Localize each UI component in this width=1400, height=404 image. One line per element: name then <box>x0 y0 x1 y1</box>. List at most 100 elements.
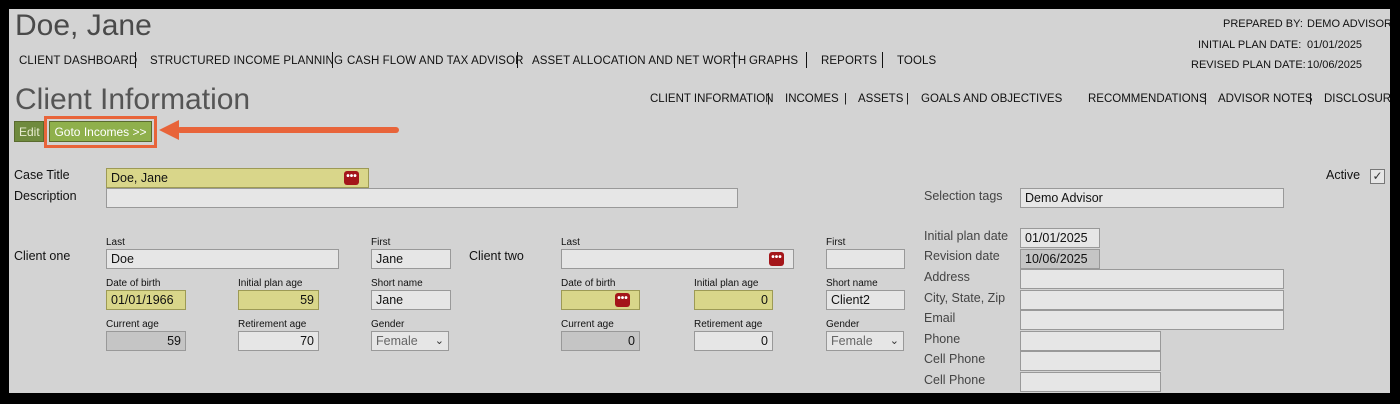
initial-plan-date-value: 01/01/2025 <box>1307 39 1363 51</box>
subnav-incomes[interactable]: INCOMES <box>785 93 839 105</box>
address-input[interactable] <box>1020 269 1284 289</box>
subnav-client-information[interactable]: CLIENT INFORMATION <box>650 93 774 105</box>
nav-client-dashboard[interactable]: CLIENT DASHBOARD <box>19 55 137 67</box>
email-label: Email <box>924 311 956 325</box>
address-label: Address <box>924 270 970 284</box>
subnav-advisor-notes[interactable]: ADVISOR NOTES <box>1218 93 1313 105</box>
more-options-icon[interactable]: ••• <box>615 293 630 307</box>
initial-plan-date-input[interactable]: 01/01/2025 <box>1020 228 1100 248</box>
client-one-label: Client one <box>14 249 71 263</box>
more-options-icon[interactable]: ••• <box>769 252 784 266</box>
subnav-separator: | <box>844 93 847 105</box>
nav-separator <box>882 52 883 68</box>
chevron-down-icon: ⌄ <box>434 335 444 347</box>
client-one-initial-plan-age-input[interactable]: 59 <box>238 290 319 310</box>
client-one-short-name-input[interactable]: Jane <box>371 290 451 310</box>
client-one-current-age-input: 59 <box>106 331 186 351</box>
case-title-value: Doe, Jane <box>111 171 168 185</box>
description-input[interactable] <box>106 188 738 208</box>
client-one-gender-label: Gender <box>371 319 405 330</box>
annotation-highlight-box <box>44 116 157 148</box>
phone-label: Phone <box>924 332 961 346</box>
phone-input[interactable] <box>1020 331 1161 351</box>
subnav-separator: | <box>1309 93 1312 105</box>
app-frame: Doe, Jane PREPARED BY: DEMO ADVISOR INIT… <box>9 9 1390 393</box>
initial-plan-date-field-label: Initial plan date <box>924 229 1009 243</box>
subnav-separator: | <box>1204 93 1207 105</box>
cell-phone-input[interactable] <box>1020 351 1161 371</box>
client-two-first-label: First <box>826 237 846 248</box>
selection-tags-label: Selection tags <box>924 189 1003 203</box>
client-two-short-name-input[interactable]: Client2 <box>826 290 905 310</box>
client-two-gender-select[interactable]: Female ⌄ <box>826 331 904 351</box>
client-one-retirement-age-label: Retirement age <box>238 319 307 330</box>
client-two-dob-label: Date of birth <box>561 278 616 289</box>
cell-phone-label: Cell Phone <box>924 352 986 366</box>
nav-cash-flow-tax-advisor[interactable]: CASH FLOW AND TAX ADVISOR <box>347 55 524 67</box>
client-name-title: Doe, Jane <box>15 9 152 42</box>
city-state-zip-label: City, State, Zip <box>924 291 1006 305</box>
client-one-first-input[interactable]: Jane <box>371 249 451 269</box>
client-two-first-input[interactable] <box>826 249 905 269</box>
client-two-initial-plan-age-input[interactable]: 0 <box>694 290 773 310</box>
client-one-last-label: Last <box>106 237 125 248</box>
client-one-dob-label: Date of birth <box>106 278 161 289</box>
client-one-initial-plan-age-label: Initial plan age <box>238 278 303 289</box>
client-one-gender-select[interactable]: Female ⌄ <box>371 331 449 351</box>
nav-graphs[interactable]: GRAPHS <box>749 55 798 67</box>
chevron-down-icon: ⌄ <box>889 335 899 347</box>
client-two-dob-input[interactable]: ••• <box>561 290 640 310</box>
client-two-current-age-input: 0 <box>561 331 640 351</box>
client-one-first-label: First <box>371 237 391 248</box>
client-two-last-input[interactable]: ••• <box>561 249 794 269</box>
nav-separator <box>517 52 518 68</box>
nav-separator <box>806 52 807 68</box>
nav-asset-allocation-net-worth[interactable]: ASSET ALLOCATION AND NET WORTH <box>532 55 746 67</box>
nav-separator <box>135 52 136 68</box>
revision-date-input: 10/06/2025 <box>1020 249 1100 269</box>
revised-plan-date-label: REVISED PLAN DATE: <box>1191 59 1306 71</box>
client-one-retirement-age-input[interactable]: 70 <box>238 331 319 351</box>
cell-phone-2-label: Cell Phone <box>924 373 986 387</box>
nav-separator <box>734 52 735 68</box>
client-two-label: Client two <box>469 249 524 263</box>
cell-phone-2-input[interactable] <box>1020 372 1161 392</box>
city-state-zip-input[interactable] <box>1020 290 1284 310</box>
case-title-input[interactable]: Doe, Jane ••• <box>106 168 369 188</box>
subnav-assets[interactable]: ASSETS <box>858 93 903 105</box>
client-one-gender-value: Female <box>376 334 418 348</box>
subnav-goals-objectives[interactable]: GOALS AND OBJECTIVES <box>921 93 1062 105</box>
client-two-gender-value: Female <box>831 334 873 348</box>
section-title: Client Information <box>15 83 251 116</box>
edit-button[interactable]: Edit <box>14 121 44 142</box>
revision-date-label: Revision date <box>924 249 1000 263</box>
client-one-short-name-label: Short name <box>371 278 423 289</box>
client-two-retirement-age-input[interactable]: 0 <box>694 331 773 351</box>
prepared-by-value: DEMO ADVISOR <box>1307 18 1390 30</box>
initial-plan-date-label: INITIAL PLAN DATE: <box>1198 39 1302 51</box>
active-label: Active <box>1326 168 1361 182</box>
nav-tools[interactable]: TOOLS <box>897 55 936 67</box>
client-two-current-age-label: Current age <box>561 319 614 330</box>
client-one-last-input[interactable]: Doe <box>106 249 339 269</box>
annotation-arrow-icon <box>159 120 399 140</box>
subnav-separator: | <box>767 93 770 105</box>
subnav-disclosure[interactable]: DISCLOSURE <box>1324 93 1390 105</box>
nav-separator <box>332 52 333 68</box>
client-two-short-name-label: Short name <box>826 278 878 289</box>
more-options-icon[interactable]: ••• <box>344 171 359 185</box>
subnav-separator: | <box>906 93 909 105</box>
email-input[interactable] <box>1020 310 1284 330</box>
client-one-dob-input[interactable]: 01/01/1966 <box>106 290 186 310</box>
client-two-retirement-age-label: Retirement age <box>694 319 763 330</box>
subnav-recommendations[interactable]: RECOMMENDATIONS <box>1088 93 1207 105</box>
active-checkbox[interactable]: ✓ <box>1370 169 1385 184</box>
client-two-gender-label: Gender <box>826 319 860 330</box>
description-label: Description <box>14 189 77 203</box>
nav-structured-income-planning[interactable]: STRUCTURED INCOME PLANNING <box>150 55 343 67</box>
case-title-label: Case Title <box>14 168 70 182</box>
selection-tags-input[interactable]: Demo Advisor <box>1020 188 1284 208</box>
prepared-by-label: PREPARED BY: <box>1223 18 1303 30</box>
client-two-last-label: Last <box>561 237 580 248</box>
nav-reports[interactable]: REPORTS <box>821 55 877 67</box>
